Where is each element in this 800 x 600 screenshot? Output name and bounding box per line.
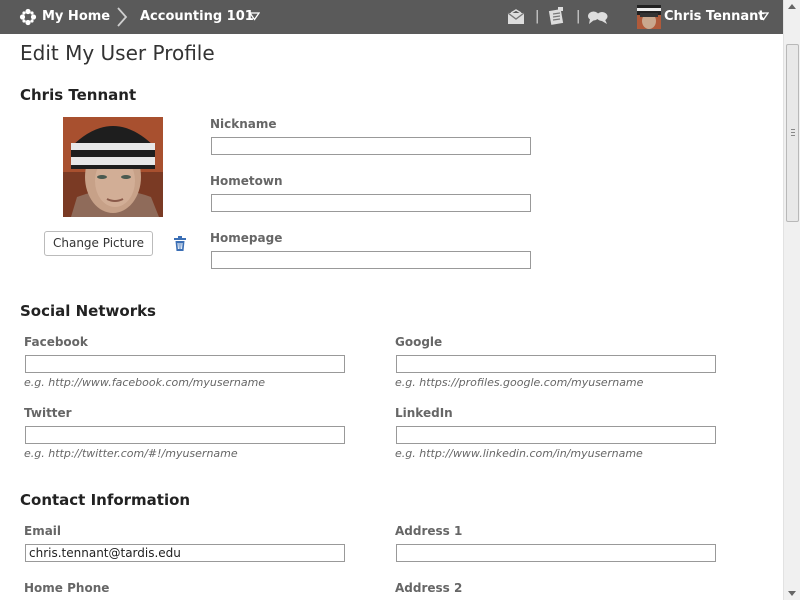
vertical-scrollbar[interactable] xyxy=(783,0,800,600)
linkedin-input[interactable] xyxy=(396,426,716,444)
message-icon[interactable] xyxy=(507,9,525,25)
social-networks-heading: Social Networks xyxy=(20,302,156,320)
scrollbar-thumb[interactable] xyxy=(786,44,799,222)
hometown-label: Hometown xyxy=(210,174,283,188)
home-logo-icon[interactable] xyxy=(19,8,37,26)
google-label: Google xyxy=(395,335,443,349)
nav-separator: | xyxy=(576,9,581,24)
facebook-label: Facebook xyxy=(24,335,88,349)
page-title: Edit My User Profile xyxy=(20,41,215,65)
google-hint: e.g. https://profiles.google.com/myusern… xyxy=(395,376,644,389)
nav-separator: | xyxy=(535,9,540,24)
nickname-input[interactable] xyxy=(211,137,531,155)
top-navbar: My Home Accounting 101 | | Chris Tennant xyxy=(0,0,784,34)
user-menu-name[interactable]: Chris Tennant xyxy=(664,0,765,34)
twitter-hint: e.g. http://twitter.com/#!/myusername xyxy=(24,447,238,460)
my-home-link[interactable]: My Home xyxy=(42,0,110,34)
twitter-label: Twitter xyxy=(24,406,72,420)
email-input[interactable]: chris.tennant@tardis.edu xyxy=(25,544,345,562)
address2-label: Address 2 xyxy=(395,581,463,595)
facebook-hint: e.g. http://www.facebook.com/myusername xyxy=(24,376,266,389)
chat-icon[interactable] xyxy=(587,10,609,25)
linkedin-label: LinkedIn xyxy=(395,406,453,420)
nickname-label: Nickname xyxy=(210,117,277,131)
user-menu-dropdown-icon[interactable] xyxy=(758,12,769,21)
address1-label: Address 1 xyxy=(395,524,463,538)
breadcrumb-chevron-icon xyxy=(117,7,128,27)
google-input[interactable] xyxy=(396,355,716,373)
linkedin-hint: e.g. http://www.linkedin.com/in/myuserna… xyxy=(395,447,643,460)
email-label: Email xyxy=(24,524,62,538)
address1-input[interactable] xyxy=(396,544,716,562)
trash-icon[interactable] xyxy=(173,236,187,252)
user-avatar-thumbnail[interactable] xyxy=(637,5,661,29)
scroll-up-arrow-icon[interactable] xyxy=(788,4,796,9)
contact-information-heading: Contact Information xyxy=(20,491,191,509)
homepage-label: Homepage xyxy=(210,231,283,245)
updates-icon[interactable] xyxy=(548,6,566,26)
course-selector[interactable]: Accounting 101 xyxy=(140,0,254,34)
facebook-input[interactable] xyxy=(25,355,345,373)
twitter-input[interactable] xyxy=(25,426,345,444)
change-picture-button[interactable]: Change Picture xyxy=(44,231,153,256)
profile-picture xyxy=(63,117,163,217)
homepage-input[interactable] xyxy=(211,251,531,269)
course-dropdown-icon[interactable] xyxy=(249,12,260,21)
scroll-down-arrow-icon[interactable] xyxy=(788,591,796,596)
hometown-input[interactable] xyxy=(211,194,531,212)
home-phone-label: Home Phone xyxy=(24,581,110,595)
profile-user-name: Chris Tennant xyxy=(20,86,137,104)
